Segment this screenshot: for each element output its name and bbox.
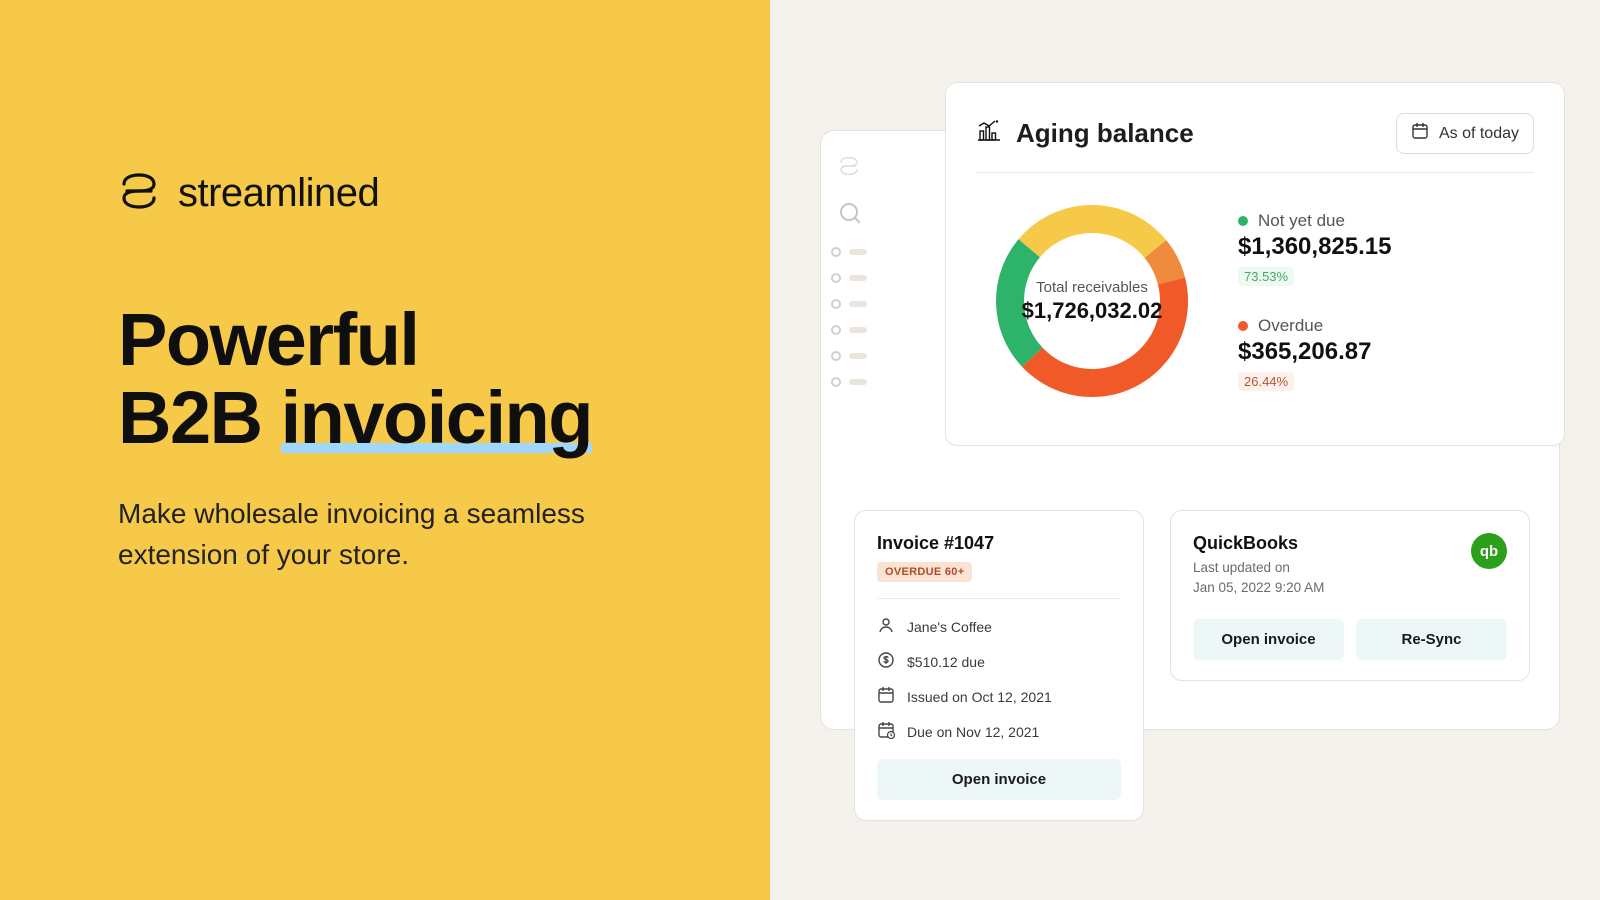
aging-title: Aging balance <box>1016 118 1194 149</box>
donut-center-value: $1,726,032.02 <box>1022 298 1163 324</box>
aging-donut-chart: Total receivables $1,726,032.02 <box>982 191 1202 411</box>
aging-legend: Not yet due $1,360,825.15 73.53% Overdue… <box>1238 211 1391 391</box>
person-icon <box>877 616 895 637</box>
legend-label: Overdue <box>1258 316 1323 336</box>
divider <box>877 598 1121 599</box>
preview-panel: Aging balance As of today <box>770 0 1600 900</box>
ghost-nav-item <box>831 273 867 283</box>
invoice-issued: Issued on Oct 12, 2021 <box>907 689 1052 705</box>
legend-amount: $365,206.87 <box>1238 338 1391 366</box>
invoice-amount: $510.12 due <box>907 654 985 670</box>
calendar-icon <box>1411 122 1429 145</box>
quickbooks-card: QuickBooks Last updated on Jan 05, 2022 … <box>1170 510 1530 681</box>
quickbooks-updated: Last updated on Jan 05, 2022 9:20 AM <box>1193 558 1324 599</box>
aging-balance-card: Aging balance As of today <box>945 82 1565 446</box>
donut-center-label: Total receivables <box>1036 279 1148 296</box>
brand-name: streamlined <box>178 171 379 216</box>
qb-updated-label: Last updated on <box>1193 560 1290 575</box>
invoice-customer-row: Jane's Coffee <box>877 609 1121 644</box>
qb-resync-button[interactable]: Re-Sync <box>1356 619 1507 660</box>
hero-headline: Powerful B2B invoicing <box>118 301 690 456</box>
invoice-card: Invoice #1047 OVERDUE 60+ Jane's Coffee … <box>854 510 1144 821</box>
legend-label: Not yet due <box>1258 211 1345 231</box>
search-icon <box>840 203 858 221</box>
invoice-due: Due on Nov 12, 2021 <box>907 724 1039 740</box>
calendar-icon <box>877 686 895 707</box>
calendar-due-icon <box>877 721 895 742</box>
legend-dot-icon <box>1238 321 1248 331</box>
legend-overdue: Overdue $365,206.87 26.44% <box>1238 316 1391 391</box>
headline-line-2-underlined: invoicing <box>281 376 592 459</box>
qb-open-invoice-button[interactable]: Open invoice <box>1193 619 1344 660</box>
brand-logo-icon <box>118 170 160 217</box>
ghost-nav-item <box>831 351 867 361</box>
quickbooks-title: QuickBooks <box>1193 533 1324 554</box>
invoice-title: Invoice #1047 <box>877 533 1121 554</box>
overdue-badge: OVERDUE 60+ <box>877 562 972 582</box>
invoice-issued-row: Issued on Oct 12, 2021 <box>877 679 1121 714</box>
invoice-amount-row: $510.12 due <box>877 644 1121 679</box>
chart-icon <box>976 120 1002 147</box>
legend-pct: 26.44% <box>1238 372 1294 391</box>
legend-pct: 73.53% <box>1238 267 1294 286</box>
legend-amount: $1,360,825.15 <box>1238 233 1391 261</box>
ghost-nav-item <box>831 247 867 257</box>
invoice-customer: Jane's Coffee <box>907 619 992 635</box>
open-invoice-button[interactable]: Open invoice <box>877 759 1121 800</box>
ghost-nav-item <box>831 325 867 335</box>
qb-updated-value: Jan 05, 2022 9:20 AM <box>1193 580 1324 595</box>
hero-panel: streamlined Powerful B2B invoicing Make … <box>0 0 770 900</box>
legend-dot-icon <box>1238 216 1248 226</box>
brand: streamlined <box>118 170 690 217</box>
quickbooks-logo-icon: qb <box>1471 533 1507 569</box>
headline-line-1: Powerful <box>118 298 418 381</box>
as-of-label: As of today <box>1439 125 1519 143</box>
ghost-nav-item <box>831 299 867 309</box>
invoice-due-row: Due on Nov 12, 2021 <box>877 714 1121 749</box>
ghost-nav-item <box>831 377 867 387</box>
dollar-icon <box>877 651 895 672</box>
as-of-date-button[interactable]: As of today <box>1396 113 1534 154</box>
headline-line-2-pre: B2B <box>118 376 281 459</box>
legend-not-yet-due: Not yet due $1,360,825.15 73.53% <box>1238 211 1391 286</box>
hero-subtitle: Make wholesale invoicing a seamless exte… <box>118 494 678 575</box>
ghost-logo-icon <box>838 155 860 177</box>
